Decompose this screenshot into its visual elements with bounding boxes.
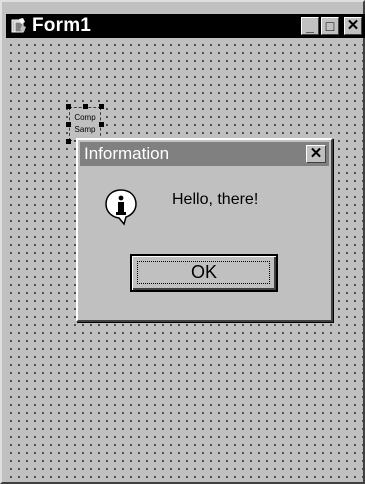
- form-titlebar[interactable]: Form1 _ □ ✕: [6, 14, 365, 38]
- information-icon: [105, 189, 137, 226]
- close-button[interactable]: ✕: [344, 17, 362, 35]
- form-title: Form1: [32, 15, 92, 36]
- app-icon: [11, 18, 26, 33]
- resize-handle-left[interactable]: [66, 122, 71, 127]
- resize-handle-right[interactable]: [99, 122, 104, 127]
- information-dialog: Information ✕ Hello, there! OK: [76, 138, 333, 322]
- dialog-titlebar[interactable]: Information ✕: [80, 142, 329, 166]
- dialog-message: Hello, there!: [172, 191, 259, 208]
- close-icon: ✕: [309, 145, 323, 162]
- resize-handle-top[interactable]: [83, 104, 88, 109]
- ok-button-label: OK: [190, 262, 217, 282]
- ok-button[interactable]: OK: [130, 254, 278, 292]
- dialog-title: Information: [84, 144, 170, 163]
- selected-component[interactable]: Comp Samp: [66, 104, 104, 144]
- component-label-line2: Samp: [74, 125, 96, 134]
- component-icon: Comp Samp: [69, 107, 101, 141]
- resize-handle-top-right[interactable]: [99, 104, 104, 109]
- resize-handle-top-left[interactable]: [66, 104, 71, 109]
- maximize-button[interactable]: □: [321, 17, 339, 35]
- resize-handle-bottom-left[interactable]: [66, 139, 71, 144]
- maximize-icon: □: [325, 18, 335, 34]
- minimize-button[interactable]: _: [301, 17, 319, 35]
- close-icon: ✕: [346, 17, 360, 34]
- minimize-icon: _: [306, 18, 314, 34]
- dialog-close-button[interactable]: ✕: [306, 145, 326, 163]
- component-label-line1: Comp: [74, 113, 96, 122]
